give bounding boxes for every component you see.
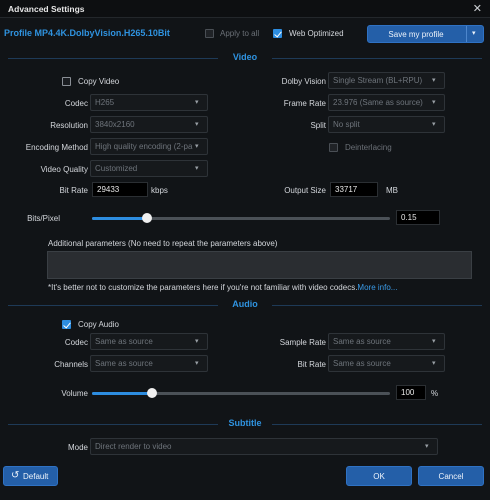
audio-section-header: Audio <box>0 299 490 311</box>
volume-track[interactable] <box>92 388 390 398</box>
cancel-button[interactable]: Cancel <box>418 466 484 486</box>
apply-to-all-checkbox[interactable] <box>205 29 214 38</box>
save-profile-button[interactable]: Save my profile ▾ <box>367 25 484 43</box>
reset-icon: ↺ <box>11 470 20 481</box>
chevron-down-icon: ▾ <box>195 338 199 345</box>
video-quality-label: Video Quality <box>40 165 88 174</box>
chevron-down-icon: ▾ <box>432 121 436 128</box>
web-optimized-label: Web Optimized <box>289 29 344 38</box>
dolby-vision-select[interactable]: Single Stream (BL+RPU) ▾ <box>328 72 445 89</box>
encoding-method-select[interactable]: High quality encoding (2-pa ▾ <box>90 138 208 155</box>
chevron-down-icon: ▾ <box>432 77 436 84</box>
split-divider <box>466 26 467 42</box>
subtitle-mode-select[interactable]: Direct render to video ▾ <box>90 438 438 455</box>
frame-rate-label: Frame Rate <box>283 99 326 108</box>
profile-title: Profile MP4.4K.DolbyVision.H265.10Bit <box>4 28 170 38</box>
chevron-down-icon: ▾ <box>195 121 199 128</box>
codec-label: Codec <box>64 99 88 108</box>
bit-rate-unit: kbps <box>151 186 168 195</box>
sample-rate-label: Sample Rate <box>279 338 326 347</box>
channels-select[interactable]: Same as source ▾ <box>90 355 208 372</box>
audio-codec-select[interactable]: Same as source ▾ <box>90 333 208 350</box>
sample-rate-select[interactable]: Same as source ▾ <box>328 333 445 350</box>
codec-warning: *It's better not to customize the parame… <box>48 283 397 292</box>
resolution-label: Resolution <box>50 121 88 130</box>
bits-per-pixel-input[interactable]: 0.15 <box>396 210 440 225</box>
video-section-title: Video <box>232 52 258 62</box>
output-size-input[interactable]: 33717 <box>330 182 378 197</box>
copy-video-checkbox[interactable] <box>62 77 71 86</box>
subtitle-section-title: Subtitle <box>228 418 262 428</box>
codec-warning-text: *It's better not to customize the parame… <box>48 283 358 292</box>
bits-per-pixel-track[interactable] <box>92 213 390 223</box>
video-section-header: Video <box>0 52 490 64</box>
audio-codec-label: Codec <box>64 338 88 347</box>
deinterlacing-checkbox[interactable] <box>329 143 338 152</box>
output-size-label: Output Size <box>284 186 326 195</box>
web-optimized-checkbox[interactable] <box>273 29 282 38</box>
split-label: Split <box>310 121 326 130</box>
default-button[interactable]: ↺ Default <box>3 466 58 486</box>
codec-select[interactable]: H265 ▾ <box>90 94 208 111</box>
window-title: Advanced Settings <box>8 4 85 14</box>
default-button-label: Default <box>23 472 49 481</box>
dolby-vision-label: Dolby Vision <box>281 77 326 86</box>
resolution-select[interactable]: 3840x2160 ▾ <box>90 116 208 133</box>
bit-rate-label: Bit Rate <box>59 186 88 195</box>
volume-unit: % <box>431 389 439 398</box>
deinterlacing-label: Deinterlacing <box>345 143 392 152</box>
additional-parameters-label: Additional parameters (No need to repeat… <box>48 239 278 248</box>
volume-label: Volume <box>61 389 88 398</box>
chevron-down-icon: ▾ <box>432 338 436 345</box>
subtitle-section-header: Subtitle <box>0 418 490 430</box>
apply-to-all-label: Apply to all <box>220 29 260 38</box>
bits-per-pixel-fill <box>92 217 148 220</box>
output-size-unit: MB <box>386 186 398 195</box>
subtitle-mode-label: Mode <box>67 443 88 452</box>
title-bar: Advanced Settings ✕ <box>0 0 490 18</box>
audio-bit-rate-label: Bit Rate <box>297 360 326 369</box>
ok-button[interactable]: OK <box>346 466 412 486</box>
volume-fill <box>92 392 152 395</box>
chevron-down-icon: ▾ <box>425 443 429 450</box>
channels-label: Channels <box>54 360 88 369</box>
volume-input[interactable]: 100 <box>396 385 426 400</box>
frame-rate-select[interactable]: 23.976 (Same as source) ▾ <box>328 94 445 111</box>
bits-per-pixel-label: Bits/Pixel <box>27 214 60 223</box>
encoding-method-label: Encoding Method <box>25 143 88 152</box>
profile-name: MP4.4K.DolbyVision.H265.10Bit <box>34 28 170 38</box>
volume-slider-handle[interactable] <box>146 388 157 398</box>
close-icon[interactable]: ✕ <box>473 2 482 15</box>
additional-parameters-textarea[interactable] <box>47 251 472 279</box>
chevron-down-icon: ▾ <box>432 360 436 367</box>
chevron-down-icon: ▾ <box>195 165 199 172</box>
profile-label: Profile <box>4 28 33 38</box>
chevron-down-icon: ▾ <box>432 99 436 106</box>
copy-video-label: Copy Video <box>78 77 120 86</box>
save-profile-label: Save my profile <box>388 30 444 39</box>
audio-bit-rate-select[interactable]: Same as source ▾ <box>328 355 445 372</box>
more-info-link[interactable]: More info... <box>357 283 397 292</box>
copy-audio-label: Copy Audio <box>78 320 119 329</box>
copy-audio-checkbox[interactable] <box>62 320 71 329</box>
chevron-down-icon: ▾ <box>195 99 199 106</box>
bit-rate-input[interactable]: 29433 <box>92 182 148 197</box>
split-select[interactable]: No split ▾ <box>328 116 445 133</box>
video-quality-select[interactable]: Customized ▾ <box>90 160 208 177</box>
bits-per-pixel-slider-handle[interactable] <box>142 213 153 223</box>
chevron-down-icon: ▾ <box>195 360 199 367</box>
chevron-down-icon[interactable]: ▾ <box>472 29 476 37</box>
audio-section-title: Audio <box>232 299 258 309</box>
chevron-down-icon: ▾ <box>195 143 199 150</box>
